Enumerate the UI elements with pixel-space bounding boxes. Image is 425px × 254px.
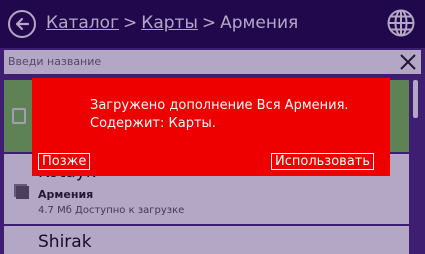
addon-dialog: Загружено дополнение Вся Армения. Содерж… — [32, 78, 390, 176]
use-button[interactable]: Использовать — [271, 153, 375, 170]
dialog-message: Загружено дополнение Вся Армения. Содерж… — [90, 97, 349, 133]
dialog-line-2: Содержит: Карты. — [90, 116, 216, 131]
dialog-line-1: Загружено дополнение Вся Армения. — [90, 98, 349, 113]
later-button[interactable]: Позже — [38, 153, 91, 170]
